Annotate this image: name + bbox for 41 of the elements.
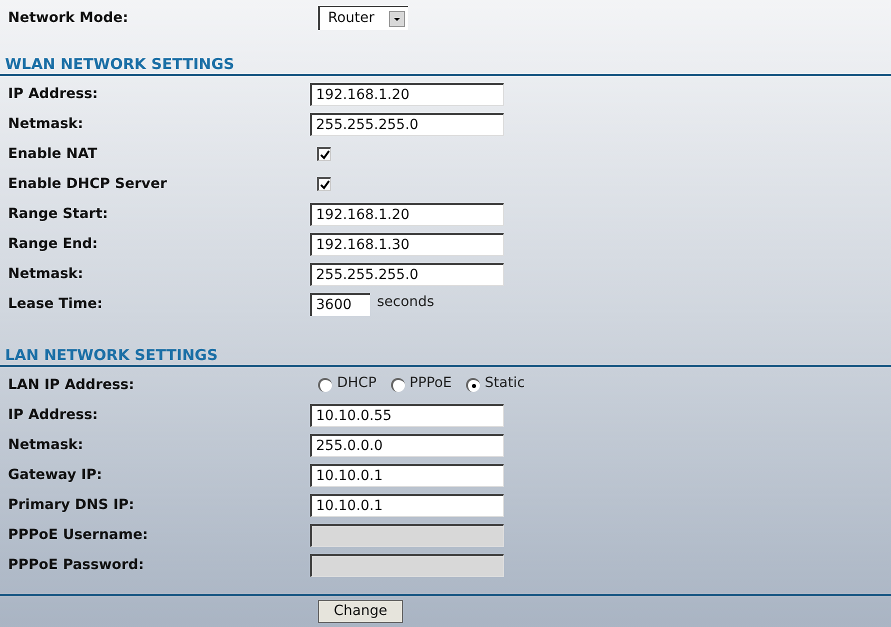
field-label: Enable NAT (7, 144, 98, 164)
radio-button[interactable] (390, 378, 405, 392)
field-label: Primary DNS IP: (7, 496, 136, 514)
field-label: PPPoE Password: (7, 556, 145, 574)
section-heading: LAN NETWORK SETTINGS (4, 348, 218, 365)
text-field[interactable]: 255.255.255.0 (310, 262, 504, 286)
network-mode-select[interactable]: Router (318, 6, 408, 30)
field-label: Network Mode: (7, 8, 130, 28)
text-field[interactable]: 192.168.1.20 (310, 202, 504, 226)
text-field[interactable]: 192.168.1.20 (310, 82, 504, 106)
checkmark-icon (320, 150, 330, 160)
checkmark-icon (320, 180, 330, 190)
text-field[interactable]: 255.0.0.0 (310, 434, 504, 456)
field-label: Lease Time: (7, 294, 104, 314)
checkbox[interactable] (317, 177, 331, 191)
field-label: Enable DHCP Server (7, 174, 168, 194)
change-button[interactable]: Change (318, 600, 403, 623)
field-label: PPPoE Username: (7, 526, 150, 544)
text-field[interactable]: 192.168.1.30 (310, 232, 504, 256)
field-label: IP Address: (7, 406, 99, 424)
field-label: Netmask: (7, 114, 84, 134)
field-label: Netmask: (7, 436, 84, 454)
radio-button[interactable] (318, 378, 332, 392)
radio-button[interactable] (466, 378, 480, 392)
text-field[interactable]: 10.10.0.55 (310, 404, 504, 426)
text-field[interactable]: 255.255.255.0 (310, 112, 504, 136)
unit-label: seconds (377, 292, 434, 312)
checkbox[interactable] (317, 147, 331, 161)
radio-label: PPPoE (410, 374, 452, 392)
field-label: Netmask: (7, 264, 84, 284)
section-heading: WLAN NETWORK SETTINGS (4, 57, 234, 74)
text-field[interactable]: 3600 (310, 292, 370, 316)
field-label: Range End: (7, 234, 99, 254)
radio-label: DHCP (337, 374, 377, 392)
field-label: LAN IP Address: (7, 376, 136, 394)
field-label: Range Start: (7, 204, 110, 224)
field-label: IP Address: (7, 84, 99, 104)
text-field[interactable]: 10.10.0.1 (310, 464, 504, 486)
radio-label: Static (484, 374, 525, 392)
text-field[interactable]: 10.10.0.1 (310, 494, 504, 516)
field-label: Gateway IP: (7, 466, 104, 484)
